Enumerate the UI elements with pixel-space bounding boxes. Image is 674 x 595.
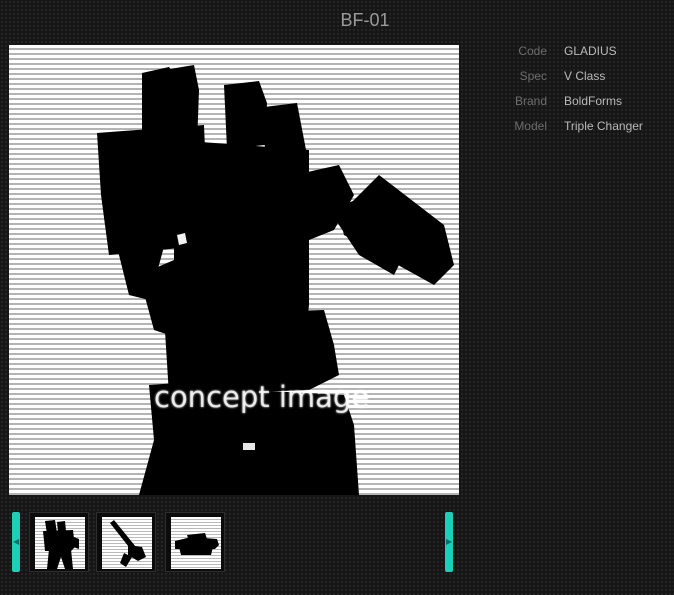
spec-table: Code GLADIUS Spec V Class Brand BoldForm… (480, 44, 670, 144)
spec-label: Spec (519, 69, 547, 83)
concept-image-watermark: concept image (154, 380, 370, 414)
spec-label: Model (514, 119, 547, 133)
spec-label: Brand (514, 94, 547, 108)
thumbnail-tank-mode[interactable] (165, 512, 225, 572)
spec-row-spec: Spec V Class (480, 69, 670, 94)
thumbnail-gun-mode[interactable] (96, 512, 156, 572)
chevron-right-icon: ▶ (446, 537, 453, 546)
spec-row-brand: Brand BoldForms (480, 94, 670, 119)
product-main-image: concept image (9, 45, 459, 495)
robot-silhouette (97, 65, 454, 495)
page-title: BF-01 (340, 10, 390, 30)
robot-thumbnail-icon (43, 520, 79, 569)
spec-row-code: Code GLADIUS (480, 44, 670, 69)
chevron-left-icon: ◀ (13, 537, 20, 546)
tank-thumbnail-icon (175, 533, 219, 555)
carousel-next-button[interactable]: ▶ (445, 512, 453, 572)
spec-row-model: Model Triple Changer (480, 119, 670, 144)
thumbnail-carousel: ◀ ▶ (9, 508, 459, 576)
spec-value: GLADIUS (564, 44, 617, 58)
spec-value: BoldForms (564, 94, 623, 108)
spec-label: Code (518, 44, 547, 58)
spec-value: V Class (564, 69, 606, 83)
gun-thumbnail-icon (110, 520, 146, 567)
spec-value: Triple Changer (564, 119, 643, 133)
thumbnail-robot-mode[interactable] (29, 512, 89, 572)
carousel-prev-button[interactable]: ◀ (12, 512, 20, 572)
